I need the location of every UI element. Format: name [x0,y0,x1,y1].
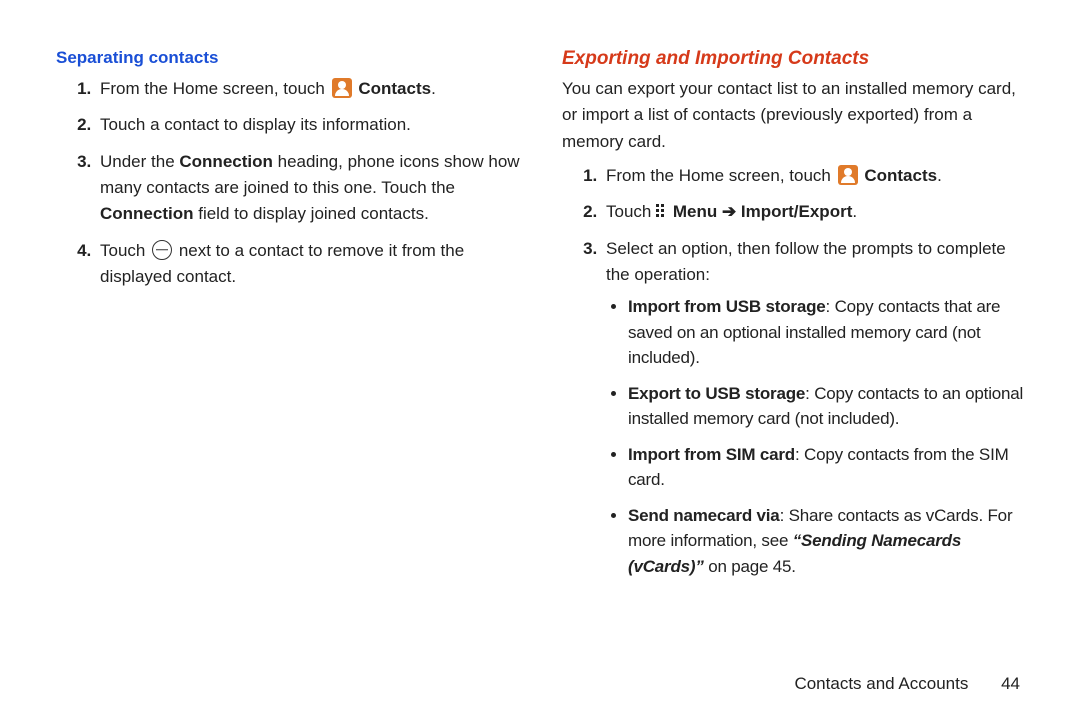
option-label: Import from USB storage [628,297,826,316]
option-import-sim: Import from SIM card: Copy contacts from… [628,442,1030,493]
contacts-label: Contacts [358,79,431,98]
footer-page-number: 44 [1001,674,1020,694]
option-label: Export to USB storage [628,384,805,403]
import-export-label: Import/Export [736,202,852,221]
text: on page 45. [704,557,796,576]
text: . [852,202,857,221]
heading-export-import: Exporting and Importing Contacts [562,48,1030,70]
remove-icon [152,240,172,260]
contacts-label: Contacts [864,166,937,185]
text: From the Home screen, touch [606,166,836,185]
right-step-2: Touch Menu ➔ Import/Export. [602,199,1030,225]
right-steps: From the Home screen, touch Contacts. To… [562,163,1030,579]
text: Touch [100,241,150,260]
contacts-icon [332,78,352,98]
left-step-4: Touch next to a contact to remove it fro… [96,238,524,291]
text: . [937,166,942,185]
right-step-3: Select an option, then follow the prompt… [602,236,1030,580]
option-label: Import from SIM card [628,445,795,464]
page-body: Separating contacts From the Home screen… [0,0,1080,589]
right-step-1: From the Home screen, touch Contacts. [602,163,1030,189]
page-footer: Contacts and Accounts 44 [794,674,1020,694]
left-column: Separating contacts From the Home screen… [56,38,524,589]
arrow-icon: ➔ [722,202,736,221]
menu-icon [656,202,666,219]
text: Touch a contact to display its informati… [100,115,411,134]
text: Under the [100,152,179,171]
text: Select an option, then follow the prompt… [606,239,1006,284]
left-step-1: From the Home screen, touch Contacts. [96,76,524,102]
contacts-icon [838,165,858,185]
option-send-namecard: Send namecard via: Share contacts as vCa… [628,503,1030,580]
option-import-usb: Import from USB storage: Copy contacts t… [628,294,1030,371]
text: . [431,79,436,98]
options-list: Import from USB storage: Copy contacts t… [606,294,1030,579]
left-step-3: Under the Connection heading, phone icon… [96,149,524,228]
text: Touch [606,202,656,221]
option-label: Send namecard via [628,506,780,525]
intro-text: You can export your contact list to an i… [562,76,1030,155]
text: field to display joined contacts. [194,204,429,223]
footer-section: Contacts and Accounts [794,674,968,693]
heading-separating-contacts: Separating contacts [56,48,524,68]
menu-label: Menu [673,202,722,221]
text: Connection [100,204,194,223]
text: Connection [179,152,273,171]
left-step-2: Touch a contact to display its informati… [96,112,524,138]
right-column: Exporting and Importing Contacts You can… [562,38,1030,589]
option-export-usb: Export to USB storage: Copy contacts to … [628,381,1030,432]
left-steps: From the Home screen, touch Contacts. To… [56,76,524,290]
text: From the Home screen, touch [100,79,330,98]
